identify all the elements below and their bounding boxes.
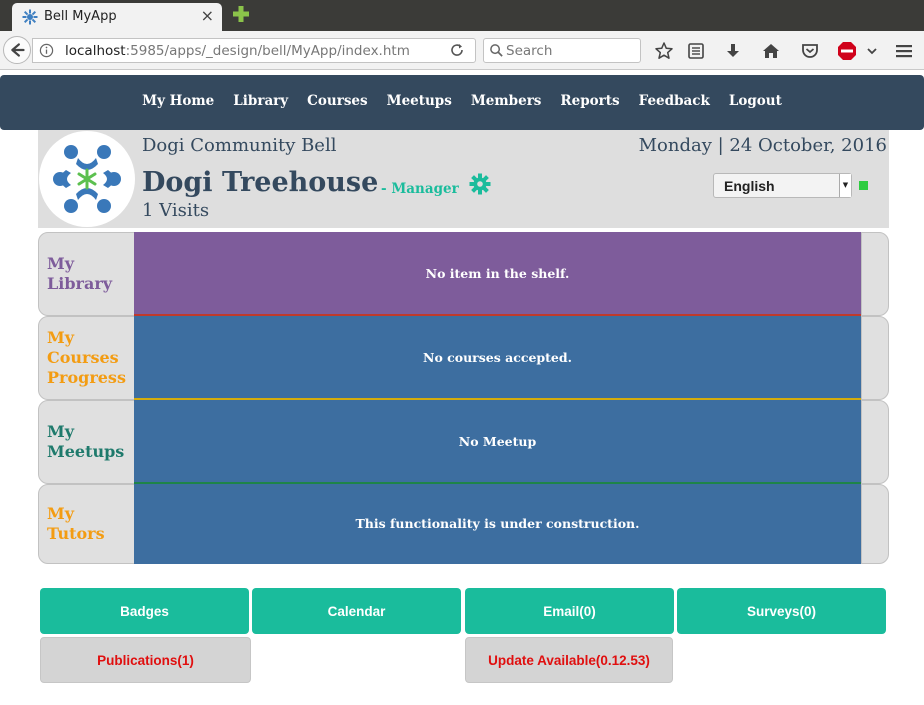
publications-button[interactable]: Publications(1)	[40, 637, 251, 683]
adblock-icon[interactable]	[837, 41, 857, 61]
update-available-button[interactable]: Update Available(0.12.53)	[465, 637, 673, 683]
browser-tab[interactable]: Bell MyApp ×	[12, 3, 222, 31]
visit-count: 1 Visits	[142, 200, 210, 221]
new-tab-icon[interactable]	[232, 5, 250, 23]
meetups-empty-message: No Meetup	[458, 433, 537, 449]
nav-logout[interactable]: Logout	[719, 93, 791, 109]
library-empty-message: No item in the shelf.	[425, 265, 570, 281]
browser-toolbar: localhost:5985/apps/_design/bell/MyApp/i…	[0, 31, 924, 70]
nav-library[interactable]: Library	[224, 93, 298, 109]
home-icon[interactable]	[761, 41, 781, 61]
library-shelf: No item in the shelf.	[134, 232, 861, 316]
nav-feedback[interactable]: Feedback	[629, 93, 719, 109]
app-navbar: My Home Library Courses Meetups Members …	[0, 75, 924, 130]
nav-meetups[interactable]: Meetups	[377, 93, 461, 109]
pocket-icon[interactable]	[800, 41, 820, 61]
calendar-button[interactable]: Calendar	[252, 588, 461, 634]
browser-tab-bar: Bell MyApp ×	[0, 0, 924, 31]
profile-header: Dogi Community Bell Monday | 24 October,…	[38, 130, 889, 228]
tab-title: Bell MyApp	[44, 9, 117, 24]
nav-courses[interactable]: Courses	[298, 93, 377, 109]
dashboard-row-meetups: My Meetups No Meetup	[38, 400, 889, 484]
user-name: Dogi Treehouse	[142, 167, 379, 198]
search-bar[interactable]	[483, 38, 641, 63]
close-tab-icon[interactable]: ×	[201, 7, 214, 25]
surveys-button[interactable]: Surveys(0)	[677, 588, 886, 634]
nav-members[interactable]: Members	[461, 93, 551, 109]
community-logo	[39, 131, 135, 227]
email-button[interactable]: Email(0)	[465, 588, 674, 634]
courses-progress-panel: No courses accepted.	[134, 316, 861, 400]
row-label-library[interactable]: My Library	[38, 232, 135, 316]
tutors-message: This functionality is under construction…	[355, 515, 640, 531]
badges-button[interactable]: Badges	[40, 588, 249, 634]
row-scroll-meetups[interactable]	[861, 400, 889, 484]
online-status-indicator	[859, 181, 868, 190]
settings-gear-icon[interactable]	[469, 173, 491, 195]
gear-favicon-icon	[22, 9, 38, 25]
reading-list-icon[interactable]	[686, 41, 706, 61]
nav-reports[interactable]: Reports	[551, 93, 629, 109]
user-role: - Manager	[381, 181, 459, 197]
meetups-panel: No Meetup	[134, 400, 861, 484]
arrow-left-icon	[11, 43, 25, 57]
row-scroll-tutors[interactable]	[861, 484, 889, 564]
nav-my-home[interactable]: My Home	[133, 93, 224, 109]
download-icon[interactable]	[723, 41, 743, 61]
info-icon[interactable]	[39, 43, 54, 58]
row-scroll-courses[interactable]	[861, 316, 889, 400]
row-scroll-library[interactable]	[861, 232, 889, 316]
dropdown-arrow-icon[interactable]: ▼	[839, 174, 851, 197]
chevron-down-icon[interactable]	[862, 41, 882, 61]
reload-icon[interactable]	[449, 42, 465, 58]
courses-empty-message: No courses accepted.	[423, 349, 572, 365]
tutors-panel: This functionality is under construction…	[134, 484, 861, 564]
main-menu: My Home Library Courses Meetups Members …	[0, 93, 924, 109]
row-label-meetups[interactable]: My Meetups	[38, 400, 135, 484]
dashboard-row-library: My Library No item in the shelf.	[38, 232, 889, 316]
menu-icon[interactable]	[894, 41, 914, 61]
row-label-courses[interactable]: My Courses Progress	[38, 316, 135, 400]
search-icon	[490, 44, 503, 57]
language-value: English	[724, 178, 775, 194]
back-button[interactable]	[3, 36, 31, 64]
role-label: Manager	[391, 181, 459, 197]
dashboard-row-tutors: My Tutors This functionality is under co…	[38, 484, 889, 564]
address-bar[interactable]: localhost:5985/apps/_design/bell/MyApp/i…	[32, 38, 476, 63]
search-input[interactable]	[506, 42, 636, 60]
dashboard-row-courses: My Courses Progress No courses accepted.	[38, 316, 889, 400]
row-label-tutors[interactable]: My Tutors	[38, 484, 135, 564]
url-text: localhost:5985/apps/_design/bell/MyApp/i…	[65, 43, 410, 59]
current-date: Monday | 24 October, 2016	[638, 135, 887, 156]
bookmark-star-icon[interactable]	[654, 41, 674, 61]
language-select[interactable]: English ▼	[713, 173, 852, 198]
community-name: Dogi Community Bell	[142, 135, 337, 156]
